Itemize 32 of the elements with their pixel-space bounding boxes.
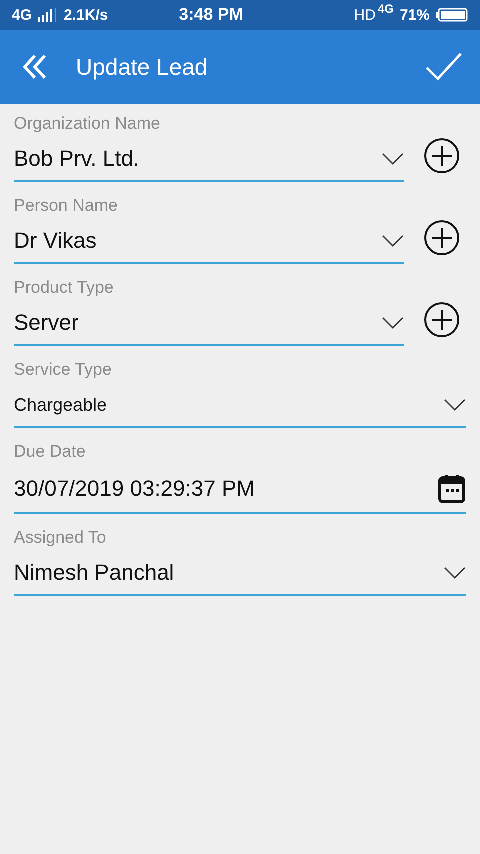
field-label: Service Type [14, 360, 113, 380]
field-label: Due Date [14, 442, 87, 462]
add-icon[interactable] [424, 220, 460, 256]
dropdown-field[interactable]: Dr Vikas [14, 222, 404, 264]
screen-title: Update Lead [76, 54, 209, 80]
calendar-icon[interactable] [438, 474, 466, 504]
field-label: Organization Name [14, 114, 162, 134]
add-icon[interactable] [424, 138, 460, 174]
battery-icon [436, 8, 468, 22]
dropdown-field[interactable]: Nimesh Panchal [14, 554, 466, 596]
check-icon[interactable] [426, 53, 462, 81]
back-icon[interactable] [22, 54, 48, 80]
chevron-down-icon[interactable] [382, 153, 404, 165]
field-label: Assigned To [14, 528, 108, 548]
chevron-down-icon[interactable] [444, 399, 466, 411]
network-label: 4G [12, 6, 32, 24]
signal-icon [38, 8, 58, 22]
data-speed: 2.1K/s [64, 6, 108, 24]
clock: 3:48 PM [178, 5, 244, 25]
network-label: 4G [378, 2, 394, 16]
chevron-down-icon[interactable] [382, 235, 404, 247]
add-icon[interactable] [424, 302, 460, 338]
battery-percent: 71% [400, 6, 430, 24]
field-label: Person Name [14, 196, 119, 216]
hd-label: HD [354, 6, 376, 24]
dropdown-field[interactable]: Bob Prv. Ltd. [14, 140, 404, 182]
chevron-down-icon[interactable] [382, 317, 404, 329]
dropdown-field[interactable]: Chargeable [14, 386, 466, 428]
date-field[interactable]: 30/07/2019 03:29:37 PM [14, 468, 466, 514]
field-label: Product Type [14, 278, 115, 298]
chevron-down-icon[interactable] [444, 567, 466, 579]
dropdown-field[interactable]: Server [14, 304, 404, 346]
